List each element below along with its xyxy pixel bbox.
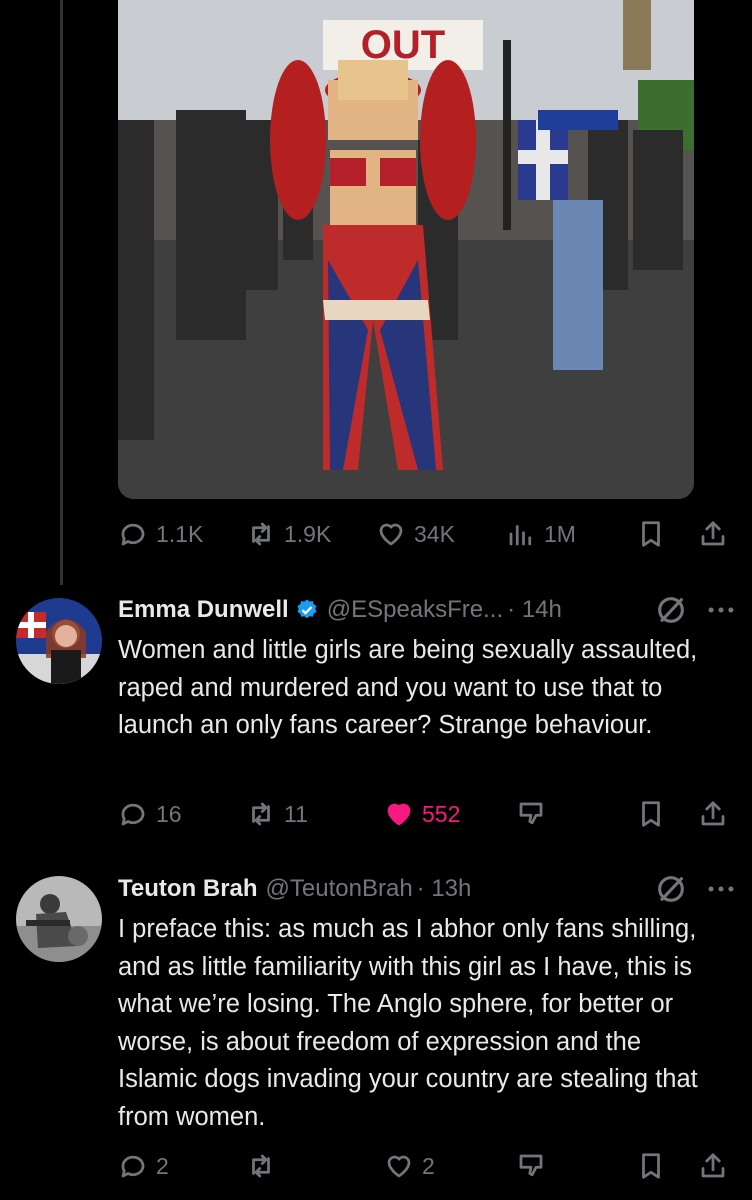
repost-action[interactable]: 11 <box>246 794 308 834</box>
more-options-icon[interactable] <box>704 593 738 627</box>
grok-icon[interactable] <box>654 872 688 906</box>
share-icon <box>701 1153 725 1178</box>
reply-icon <box>121 523 145 546</box>
downvote-icon <box>519 1154 543 1177</box>
reply-count: 1.1K <box>156 520 204 547</box>
handle[interactable]: @TeutonBrah <box>266 875 413 903</box>
like-count: 2 <box>422 1152 435 1179</box>
share-icon <box>701 801 725 826</box>
like-count: 552 <box>422 800 461 827</box>
bookmark-action[interactable] <box>636 794 666 834</box>
share-action[interactable] <box>698 794 728 834</box>
more-options-icon[interactable] <box>704 872 738 906</box>
downvote-icon <box>519 802 543 825</box>
reply-header: Emma Dunwell @ESpeaksFre... · 14h <box>118 593 562 627</box>
downvote-action[interactable] <box>516 794 546 834</box>
repost-action[interactable] <box>246 1146 284 1186</box>
repost-count: 1.9K <box>284 520 332 547</box>
repost-count: 11 <box>284 800 308 827</box>
downvote-action[interactable] <box>516 1146 546 1186</box>
repost-action[interactable]: 1.9K <box>246 514 331 554</box>
reply-action[interactable]: 16 <box>118 794 182 834</box>
share-icon <box>701 521 725 546</box>
heart-icon <box>387 1155 411 1178</box>
like-count: 34K <box>414 520 455 547</box>
bookmark-icon <box>642 521 660 547</box>
reply-icon <box>121 803 145 826</box>
reply-action[interactable]: 2 <box>118 1146 169 1186</box>
heart-icon <box>379 523 403 546</box>
like-action[interactable]: 552 <box>384 794 460 834</box>
handle[interactable]: @ESpeaksFre... <box>327 596 503 624</box>
post-image[interactable]: OUT <box>118 0 694 499</box>
bookmark-icon <box>642 1153 660 1179</box>
views-icon <box>509 525 532 546</box>
display-name[interactable]: Emma Dunwell <box>118 596 289 624</box>
views-count: 1M <box>544 520 576 547</box>
timestamp[interactable]: · 13h <box>417 875 472 903</box>
reply-action-bar: 16 11 552 <box>118 794 738 834</box>
bookmark-action[interactable] <box>636 514 666 554</box>
post-action-bar: 1.1K 1.9K 34K 1M <box>118 514 738 554</box>
bookmark-icon <box>642 801 660 827</box>
repost-icon <box>252 522 270 546</box>
reply-text: I preface this: as much as I abhor only … <box>118 915 698 1131</box>
display-name[interactable]: Teuton Brah <box>118 875 258 903</box>
reply-count: 2 <box>156 1152 169 1179</box>
share-action[interactable] <box>698 1146 728 1186</box>
like-action[interactable]: 2 <box>384 1146 435 1186</box>
reply-action-bar: 2 2 <box>118 1146 738 1186</box>
avatar[interactable] <box>16 598 102 684</box>
reply-action[interactable]: 1.1K <box>118 514 203 554</box>
reply-count: 16 <box>156 800 182 827</box>
reply-text: Women and little girls are being sexuall… <box>118 636 698 739</box>
share-action[interactable] <box>698 514 728 554</box>
like-action[interactable]: 34K <box>376 514 455 554</box>
reply-header: Teuton Brah @TeutonBrah · 13h <box>118 872 471 906</box>
avatar[interactable] <box>16 876 102 962</box>
grok-icon[interactable] <box>654 593 688 627</box>
repost-icon <box>252 802 270 826</box>
verified-badge-icon <box>297 599 317 619</box>
reply-icon <box>121 1155 145 1178</box>
thread-line <box>60 0 63 585</box>
timestamp[interactable]: · 14h <box>507 596 562 624</box>
repost-icon <box>252 1154 270 1178</box>
heart-filled-icon <box>387 803 411 826</box>
bookmark-action[interactable] <box>636 1146 666 1186</box>
views-action[interactable]: 1M <box>506 514 576 554</box>
